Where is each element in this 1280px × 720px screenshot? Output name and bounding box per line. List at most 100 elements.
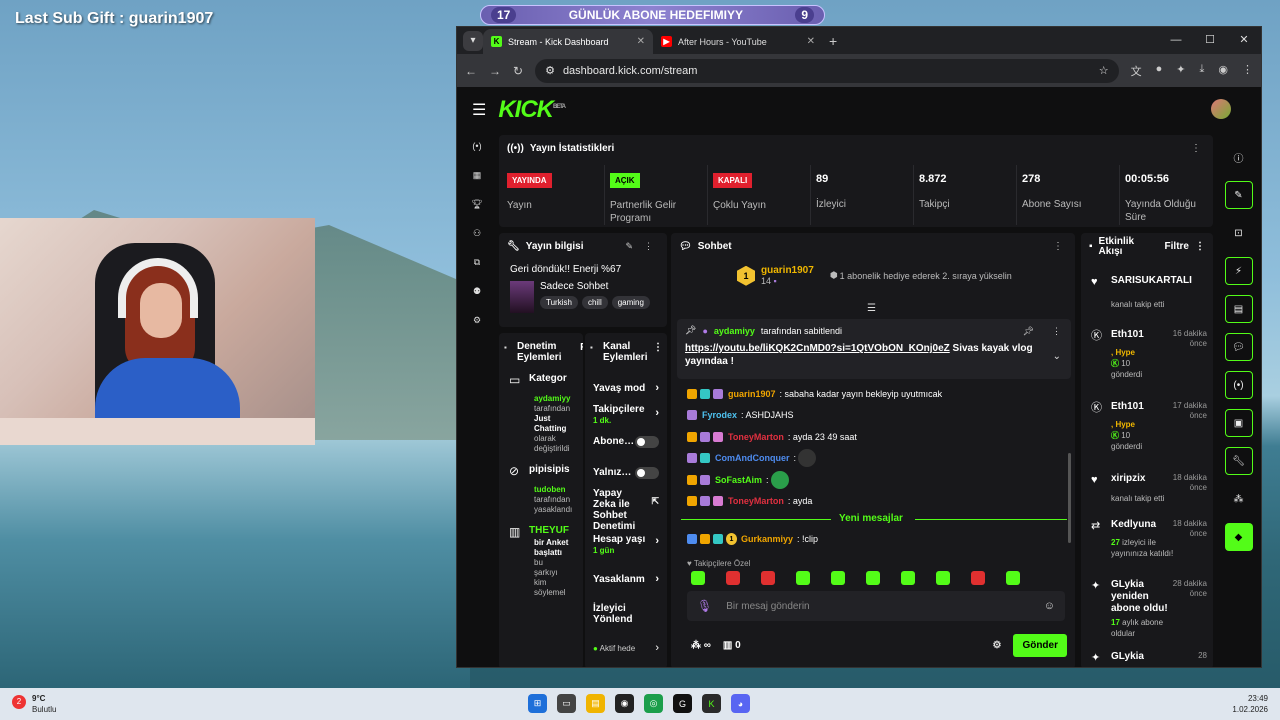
lightning-icon[interactable]: ⚡︎: [1224, 257, 1253, 285]
forward-icon[interactable]: →: [489, 64, 501, 78]
activity-menu-icon[interactable]: ⋮: [1195, 242, 1205, 252]
emote-button[interactable]: [691, 571, 705, 585]
emote-button[interactable]: [831, 571, 845, 585]
info-icon[interactable]: ⓘ: [1225, 143, 1253, 171]
download-icon[interactable]: ⤓: [1200, 63, 1205, 79]
browser-window: ▾ K Stream - Kick Dashboard ✕ ▶ After Ho…: [456, 26, 1262, 668]
kicks-icon[interactable]: ⁂: [1225, 485, 1253, 513]
profile-icon[interactable]: ◉: [1218, 63, 1228, 79]
chat-input[interactable]: 🎙︎ Bir mesaj gönderin ☺: [687, 591, 1065, 621]
ai-moderation-item[interactable]: Yapay Zeka ile Sohbet Denetimi ⇱: [585, 478, 667, 532]
minimize-icon[interactable]: —: [1159, 27, 1193, 54]
emote-button[interactable]: [936, 571, 950, 585]
account-age-item[interactable]: Hesap yaşı › 1 gün: [585, 532, 667, 556]
emote-button[interactable]: [761, 571, 775, 585]
emote-button[interactable]: [866, 571, 880, 585]
broadcast-tool-icon[interactable]: (•): [1224, 371, 1253, 399]
banned-words-item[interactable]: Yasaklanm ›: [585, 564, 667, 586]
menu-icon[interactable]: ⋮: [1242, 63, 1253, 79]
emote-button[interactable]: [1006, 571, 1020, 585]
send-button[interactable]: Gönder: [1013, 634, 1067, 657]
pinned-by-user[interactable]: aydamiyy: [714, 326, 755, 336]
url-field[interactable]: ⚙ dashboard.kick.com/stream ☆: [535, 58, 1119, 83]
chat-bubble-icon[interactable]: 💬︎: [1224, 333, 1253, 361]
unpin-icon[interactable]: 📌︎: [1023, 326, 1034, 337]
reload-icon[interactable]: ↻: [513, 64, 523, 78]
followers-only-item[interactable]: Takipçilere › 1 dk.: [585, 394, 667, 426]
calendar-icon[interactable]: ▦: [467, 170, 487, 184]
broadcast-icon[interactable]: (•): [467, 141, 487, 155]
trophy-icon[interactable]: 🏆︎: [467, 199, 487, 213]
scroll-down-icon[interactable]: ☰: [867, 303, 876, 314]
emote-button[interactable]: [901, 571, 915, 585]
slow-mode-item[interactable]: Yavaş mod ›: [585, 373, 667, 395]
chevron-down-icon[interactable]: ⌄: [1053, 351, 1061, 362]
site-info-icon[interactable]: ⚙: [545, 64, 555, 77]
weather-widget[interactable]: 2 9°C Bulutlu: [12, 693, 56, 715]
close-tab-icon[interactable]: ✕: [637, 36, 645, 47]
bookmark-star-icon[interactable]: ☆: [1099, 64, 1109, 77]
close-window-icon[interactable]: ✕: [1227, 27, 1261, 54]
viewer-redirect-item[interactable]: İzleyici Yönlend: [585, 593, 667, 625]
file-explorer-icon[interactable]: ▤: [586, 694, 605, 713]
close-tab-icon[interactable]: ✕: [807, 36, 815, 47]
focus-icon[interactable]: ⊡: [1225, 219, 1253, 247]
subscribers-only-toggle[interactable]: [635, 436, 659, 448]
broadcast-icon: ((•)): [507, 143, 524, 154]
emotes-only-item[interactable]: Yalnız…: [585, 457, 667, 479]
pinned-menu-icon[interactable]: ⋮: [1052, 326, 1061, 337]
gem-icon[interactable]: ◆: [1224, 523, 1253, 551]
stats-menu-icon[interactable]: ⋮: [1191, 143, 1201, 154]
chat-placeholder: Bir mesaj gönderin: [726, 600, 810, 612]
wrench-icon[interactable]: 🔧︎: [1224, 447, 1253, 475]
chat-settings-icon[interactable]: ⚙: [992, 640, 1001, 651]
extension-icon[interactable]: ●: [1156, 63, 1163, 79]
user-avatar[interactable]: [1211, 99, 1231, 119]
document-icon[interactable]: ▤: [1224, 295, 1253, 323]
kicks-balance[interactable]: ⁂ ∞: [691, 640, 711, 651]
followers-only-label: ♥ Takipçilere Özel: [687, 559, 751, 568]
task-view-icon[interactable]: ▭: [557, 694, 576, 713]
users-icon[interactable]: ⚇: [467, 228, 487, 242]
kick-app-icon[interactable]: K: [702, 694, 721, 713]
discord-icon[interactable]: ◕: [731, 694, 750, 713]
settings-gear-icon[interactable]: ⚙: [467, 315, 487, 329]
points-balance[interactable]: ▥ 0: [723, 640, 741, 651]
translate-icon[interactable]: 文: [1131, 63, 1142, 79]
screen-icon[interactable]: ⧉: [467, 257, 487, 271]
subscribers-only-item[interactable]: Abone…: [585, 426, 667, 448]
back-icon[interactable]: ←: [465, 64, 477, 78]
puzzle-icon[interactable]: ✦: [1176, 63, 1185, 79]
chrome-icon[interactable]: ◎: [644, 694, 663, 713]
start-icon[interactable]: ⊞: [528, 694, 547, 713]
system-clock[interactable]: 23:49 1.02.2026: [1232, 693, 1268, 715]
tab-search-button[interactable]: ▾: [463, 30, 483, 51]
gifter-name[interactable]: guarin1907: [761, 265, 814, 276]
chat-scrollbar[interactable]: [1068, 453, 1071, 543]
filter-button[interactable]: Fi: [580, 342, 583, 353]
hamburger-menu-icon[interactable]: ☰: [472, 100, 486, 120]
filter-button[interactable]: Filtre: [1165, 242, 1189, 252]
edit-info-icon[interactable]: ✎: [625, 241, 633, 252]
emote-button[interactable]: [796, 571, 810, 585]
kick-logo[interactable]: KICKBETA: [498, 96, 566, 124]
mic-icon[interactable]: 🎙︎: [697, 599, 712, 613]
user-settings-icon[interactable]: ⚉: [467, 286, 487, 300]
edit-pencil-icon[interactable]: ✎: [1224, 181, 1253, 209]
emote-button[interactable]: [971, 571, 985, 585]
chat-menu-icon[interactable]: ⋮: [1053, 241, 1063, 252]
pinned-link[interactable]: https://youtu.be/liKQK2CnMD0?si=1QtVObON…: [685, 343, 950, 354]
tab-kick-dashboard[interactable]: K Stream - Kick Dashboard ✕: [483, 29, 653, 54]
emoji-icon[interactable]: ☺: [1044, 600, 1055, 612]
emote-button[interactable]: [726, 571, 740, 585]
maximize-icon[interactable]: ☐: [1193, 27, 1227, 54]
active-target-item[interactable]: ● Aktif hede ›: [585, 633, 667, 654]
info-title: 🔧︎ Yayın bilgisi: [507, 241, 584, 252]
info-menu-icon[interactable]: ⋮: [644, 241, 653, 252]
tab-youtube[interactable]: ▶ After Hours - YouTube ✕: [653, 29, 823, 54]
app-icon[interactable]: G: [673, 694, 692, 713]
obs-icon[interactable]: ◉: [615, 694, 634, 713]
new-tab-button[interactable]: +: [829, 33, 837, 49]
layout-icon[interactable]: ▣: [1224, 409, 1253, 437]
channel-actions-menu-icon[interactable]: ⋮: [653, 342, 663, 353]
